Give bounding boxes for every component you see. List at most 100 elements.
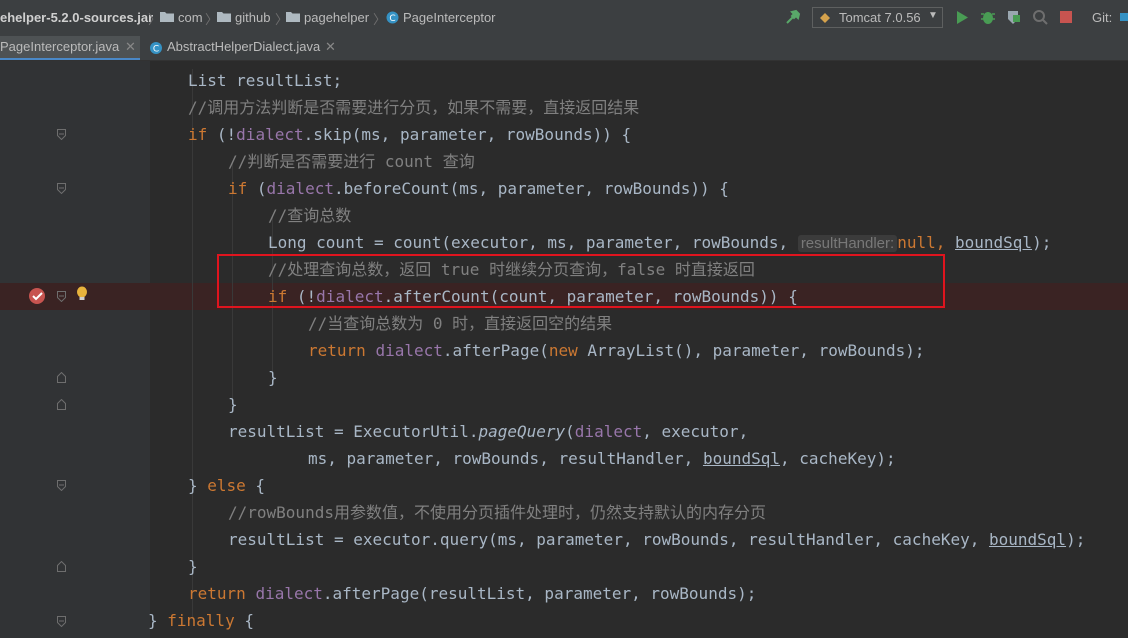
code-token: boundSql bbox=[955, 233, 1033, 252]
code-token: //当查询总数为 0 时，直接返回空的结果 bbox=[308, 314, 613, 333]
code-token: //查询总数 bbox=[268, 206, 352, 225]
code-token: resultList = executor.query(ms, paramete… bbox=[228, 530, 989, 549]
keyword-token: finally bbox=[167, 611, 235, 630]
fold-marker-icon[interactable] bbox=[57, 183, 66, 194]
code-line: if (dialect.beforeCount(ms, parameter, r… bbox=[228, 175, 729, 202]
fold-marker-icon[interactable] bbox=[57, 480, 66, 491]
stop-icon[interactable] bbox=[1060, 11, 1072, 23]
fold-marker-icon[interactable] bbox=[57, 616, 66, 627]
code-token: resultList = ExecutorUtil. bbox=[228, 422, 479, 441]
profile-icon[interactable] bbox=[1032, 9, 1048, 25]
code-token: //调用方法判断是否需要进行分页，如果不需要，直接返回结果 bbox=[188, 98, 640, 117]
breadcrumb-com[interactable]: com bbox=[178, 10, 203, 25]
vcs-label[interactable]: Git: bbox=[1092, 10, 1112, 25]
chevron-down-icon: ▼ bbox=[928, 10, 938, 21]
code-token: ( bbox=[565, 422, 575, 441]
tab-page-interceptor[interactable]: PageInterceptor.java ✕ bbox=[0, 36, 140, 60]
close-icon[interactable]: ✕ bbox=[325, 36, 336, 58]
code-token: //rowBounds用参数值，不使用分页插件处理时，仍然支持默认的内存分页 bbox=[228, 503, 766, 522]
svg-text:C: C bbox=[389, 14, 395, 24]
code-line: resultList = ExecutorUtil.pageQuery(dial… bbox=[228, 418, 748, 445]
code-comment: //判断是否需要进行 count 查询 bbox=[228, 148, 475, 175]
vcs-update-icon[interactable] bbox=[1120, 9, 1128, 25]
keyword-token: new bbox=[548, 341, 578, 360]
code-token: .afterPage( bbox=[442, 341, 549, 360]
fold-marker-icon[interactable] bbox=[57, 291, 66, 302]
lightbulb-icon[interactable] bbox=[76, 286, 88, 302]
keyword-token: if bbox=[228, 179, 248, 198]
code-token: { bbox=[245, 476, 266, 495]
code-token: ( bbox=[247, 179, 267, 198]
code-comment: //rowBounds用参数值，不使用分页插件处理时，仍然支持默认的内存分页 bbox=[228, 499, 766, 526]
code-token: boundSql bbox=[702, 449, 781, 468]
folder-icon bbox=[217, 12, 231, 22]
code-token: //判断是否需要进行 count 查询 bbox=[228, 152, 475, 171]
hammer-icon[interactable] bbox=[785, 9, 801, 25]
code-token: Long count = count(executor, ms, paramet… bbox=[268, 233, 798, 252]
code-token: pageQuery bbox=[478, 422, 566, 441]
code-line: } finally { bbox=[148, 607, 254, 634]
breakpoint-icon[interactable] bbox=[28, 287, 46, 305]
code-token: } bbox=[228, 395, 238, 414]
tab-abstract-helper-dialect[interactable]: C AbstractHelperDialect.java ✕ bbox=[145, 36, 345, 60]
code-line: } bbox=[188, 553, 198, 580]
code-token: } bbox=[188, 476, 208, 495]
code-token: .beforeCount(ms, parameter, rowBounds)) … bbox=[333, 179, 729, 198]
code-token: (! bbox=[207, 125, 237, 144]
code-comment: //查询总数 bbox=[268, 202, 351, 229]
chevron-right-icon: 〉 bbox=[373, 12, 387, 27]
field-token: dialect bbox=[236, 125, 304, 144]
field-token: dialect bbox=[375, 341, 443, 360]
coverage-icon[interactable] bbox=[1005, 9, 1021, 25]
run-config-label: Tomcat 7.0.56 bbox=[839, 10, 921, 25]
tab-label: AbstractHelperDialect.java bbox=[167, 39, 321, 54]
code-token: .skip(ms, parameter, rowBounds)) { bbox=[303, 125, 632, 144]
code-token: ms, parameter, rowBounds, resultHandler, bbox=[308, 449, 703, 468]
code-line: Long count = count(executor, ms, paramet… bbox=[268, 229, 1051, 256]
code-line: return dialect.afterPage(new ArrayList()… bbox=[308, 337, 925, 364]
tomcat-icon bbox=[820, 13, 830, 23]
debug-icon[interactable] bbox=[980, 9, 996, 25]
run-config-select[interactable]: Tomcat 7.0.56 ▼ bbox=[812, 7, 943, 28]
folder-icon bbox=[286, 12, 300, 22]
fold-marker-icon[interactable] bbox=[57, 129, 66, 140]
breadcrumb-class[interactable]: PageInterceptor bbox=[403, 10, 496, 25]
code-line: } bbox=[228, 391, 238, 418]
keyword-token: null bbox=[897, 233, 936, 252]
code-token: ); bbox=[1032, 233, 1052, 252]
field-token: dialect bbox=[574, 422, 643, 441]
code-token: .afterPage(resultList, parameter, rowBou… bbox=[322, 584, 757, 603]
code-line: } bbox=[268, 364, 278, 391]
code-comment: //调用方法判断是否需要进行分页，如果不需要，直接返回结果 bbox=[188, 94, 639, 121]
code-editor[interactable]: List resultList; //调用方法判断是否需要进行分页，如果不需要，… bbox=[0, 61, 1128, 638]
code-token: ); bbox=[1066, 530, 1086, 549]
breadcrumb-github[interactable]: github bbox=[235, 10, 270, 25]
code-token: ArrayList(), parameter, rowBounds); bbox=[577, 341, 925, 360]
keyword-token: if bbox=[188, 125, 208, 144]
field-token: dialect bbox=[255, 584, 323, 603]
code-line: if (!dialect.skip(ms, parameter, rowBoun… bbox=[188, 121, 631, 148]
code-token: , executor, bbox=[642, 422, 749, 441]
annotation-highlight-box bbox=[217, 254, 945, 308]
breadcrumb-jar[interactable]: ehelper-5.2.0-sources.jar bbox=[0, 10, 153, 25]
code-token: , bbox=[935, 233, 955, 252]
keyword-token: else bbox=[207, 476, 246, 495]
code-line: List resultList; bbox=[188, 67, 342, 94]
fold-marker-icon[interactable] bbox=[57, 372, 66, 383]
close-icon[interactable]: ✕ bbox=[125, 36, 136, 58]
fold-marker-icon[interactable] bbox=[57, 561, 66, 572]
code-line: resultList = executor.query(ms, paramete… bbox=[228, 526, 1085, 553]
code-token: } bbox=[268, 368, 278, 387]
folder-icon bbox=[160, 12, 174, 22]
code-line: return dialect.afterPage(resultList, par… bbox=[188, 580, 756, 607]
code-token: } bbox=[148, 611, 168, 630]
breadcrumb-pagehelper[interactable]: pagehelper bbox=[304, 10, 369, 25]
navigation-toolbar: ehelper-5.2.0-sources.jar 〉 com 〉 github… bbox=[0, 0, 1128, 37]
abstract-class-icon: C bbox=[150, 42, 162, 55]
code-token: boundSql bbox=[989, 530, 1067, 549]
class-icon: C bbox=[386, 11, 399, 24]
keyword-token: return bbox=[308, 341, 366, 360]
editor-tab-bar: PageInterceptor.java ✕ C AbstractHelperD… bbox=[0, 36, 1128, 61]
run-icon[interactable] bbox=[955, 10, 969, 25]
fold-marker-icon[interactable] bbox=[57, 399, 66, 410]
